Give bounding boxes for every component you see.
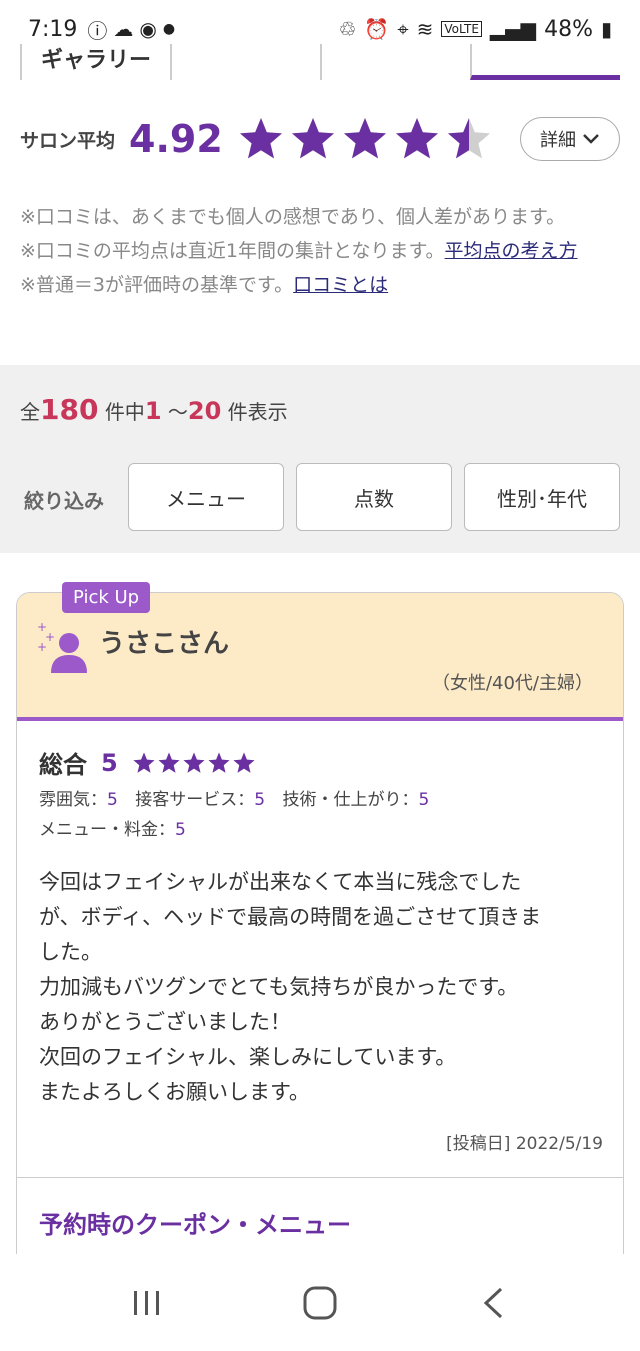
note-1: ※口コミは、あくまでも個人の感想であり、個人差があります。	[20, 206, 566, 228]
overall-value: 5	[101, 748, 118, 777]
score-menu-price: メニュー・料金：5	[39, 820, 186, 840]
sub-scores: 雰囲気：5 接客サービス：5 技術・仕上がり：5 メニュー・料金：5	[39, 785, 599, 845]
rating-value: 4.92	[129, 117, 223, 161]
overall-stars	[132, 751, 256, 775]
reviewer-info: （女性/40代/主婦）	[431, 673, 593, 694]
score-atmosphere: 雰囲気：5	[39, 790, 118, 810]
battery-percentage: 48%	[544, 16, 593, 42]
user-avatar-icon: + + +	[37, 620, 87, 673]
divider	[17, 1177, 623, 1178]
filter-menu-button[interactable]: メニュー	[128, 463, 284, 531]
tab-reviews[interactable]	[470, 44, 620, 80]
system-nav-bar	[0, 1254, 640, 1351]
filter-score-button[interactable]: 点数	[296, 463, 452, 531]
note-3: ※普通＝3が評価時の基準です。口コミとは	[20, 274, 389, 296]
about-reviews-link[interactable]: 口コミとは	[293, 274, 388, 296]
signal-icon: ▂▄▆	[489, 17, 537, 41]
home-icon[interactable]	[290, 1273, 350, 1333]
pickup-badge: Pick Up	[62, 582, 151, 613]
mini-star-icon	[158, 752, 180, 773]
location-icon: ⌖	[397, 17, 409, 41]
tab-strip: ギャラリー	[0, 44, 640, 80]
overall-label: 総合	[39, 751, 87, 779]
overall-score: 総合 5	[39, 745, 256, 780]
star-icon	[239, 118, 282, 159]
filter-gender-age-button[interactable]: 性別･年代	[464, 463, 620, 531]
rating-label: サロン平均	[20, 129, 116, 152]
average-explanation-link[interactable]: 平均点の考え方	[445, 240, 578, 262]
info-icon: ⓘ	[87, 18, 108, 43]
detail-button[interactable]: 詳細	[520, 117, 620, 161]
rating-stars	[237, 115, 493, 163]
recycle-icon: ♲	[338, 17, 357, 41]
reviewer-name: うさこさん	[99, 629, 230, 659]
review-card: + + + うさこさん （女性/40代/主婦） 総合 5 雰囲気：5 接客サービ…	[16, 592, 624, 1292]
chevron-down-icon	[583, 134, 599, 144]
star-icon	[343, 118, 386, 159]
salon-rating: サロン平均 4.92 詳細	[20, 108, 620, 170]
review-count: 全180 件中1 ～20 件表示	[20, 393, 288, 426]
alarm-icon: ⏰	[364, 17, 390, 41]
filter-section: 全180 件中1 ～20 件表示 絞り込み メニュー 点数 性別･年代	[0, 365, 640, 553]
app-icon: ◉	[139, 17, 157, 41]
dot-icon: ●	[162, 21, 176, 37]
star-icon	[291, 118, 334, 159]
wifi-icon: ≋	[416, 17, 434, 41]
tab-2[interactable]	[170, 44, 320, 80]
review-text: 今回はフェイシャルが出来なくて本当に残念でした が、ボディ、ヘッドで最高の時間を…	[39, 870, 542, 1104]
review-notes: ※口コミは、あくまでも個人の感想であり、個人差があります。 ※口コミの平均点は直…	[20, 200, 620, 302]
star-icon	[395, 118, 438, 159]
mini-star-icon	[183, 752, 205, 773]
tab-3[interactable]	[320, 44, 470, 80]
mini-star-icon	[133, 752, 155, 773]
back-icon[interactable]	[463, 1273, 523, 1333]
tab-gallery[interactable]: ギャラリー	[20, 44, 170, 80]
star-icon	[447, 118, 490, 159]
coupon-section-title: 予約時のクーポン・メニュー	[39, 1211, 351, 1239]
post-date: [投稿日] 2022/5/19	[446, 1134, 603, 1154]
score-technique: 技術・仕上がり：5	[282, 790, 430, 810]
volte-icon: VoLTE	[441, 21, 482, 37]
note-2: ※口コミの平均点は直近1年間の集計となります。平均点の考え方	[20, 240, 578, 262]
detail-label: 詳細	[540, 130, 576, 151]
filter-label: 絞り込み	[24, 489, 104, 513]
svg-text:+: +	[37, 640, 47, 654]
status-time: 7:19	[28, 16, 78, 42]
battery-icon: ▮	[600, 17, 612, 41]
cloud-icon: ☁	[113, 17, 134, 41]
mini-star-icon	[233, 752, 255, 773]
recent-apps-icon[interactable]	[117, 1273, 177, 1333]
score-service: 接客サービス：5	[135, 790, 266, 810]
mini-star-icon	[208, 752, 230, 773]
